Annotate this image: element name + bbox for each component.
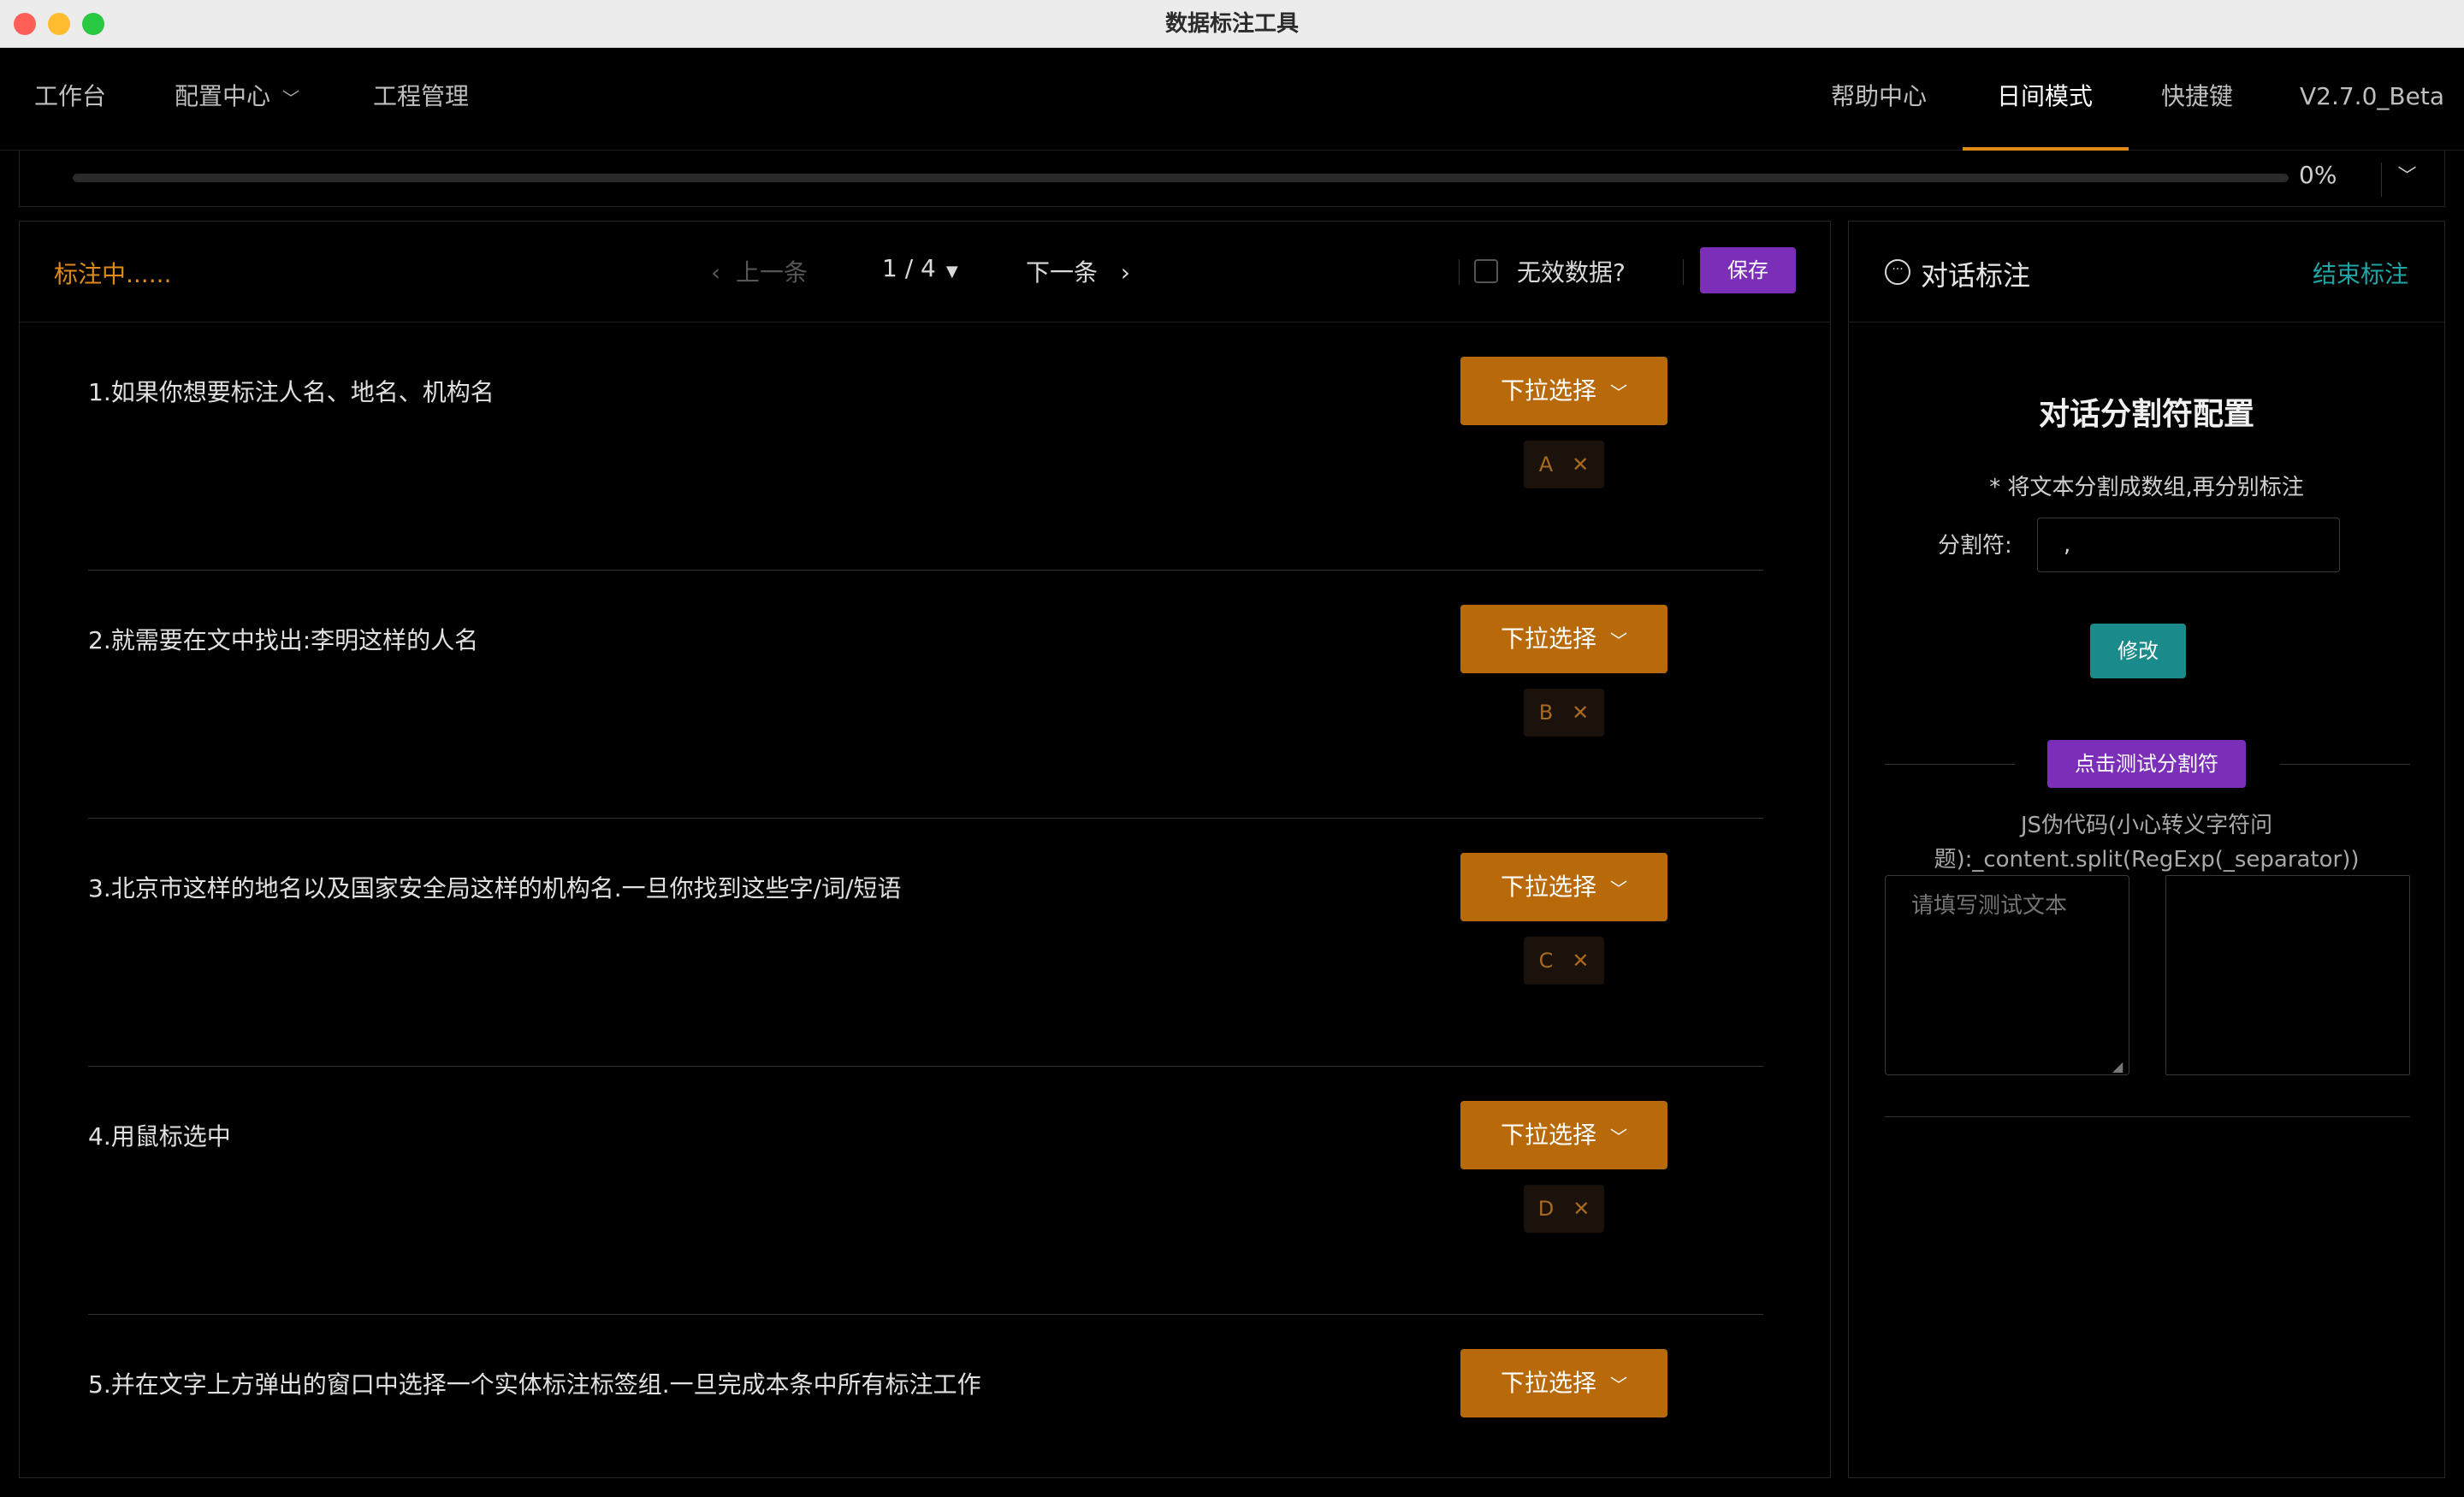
close-icon[interactable]: ✕ — [1573, 1197, 1590, 1221]
dropdown-select-button[interactable]: 下拉选择 ﹀ — [1460, 1349, 1667, 1417]
dropdown-label: 下拉选择 — [1500, 873, 1596, 901]
progress-row: 0% ﹀ — [19, 151, 2445, 207]
chevron-down-icon: ﹀ — [1610, 382, 1627, 403]
chevron-down-icon: ﹀ — [2397, 166, 2417, 187]
menu-day-mode-label: 日间模式 — [1997, 82, 2094, 110]
menu-project-manage-label: 工程管理 — [373, 82, 470, 110]
prev-label: 上一条 — [736, 258, 808, 287]
menu-config-center-label: 配置中心 — [175, 82, 271, 110]
window-title: 数据标注工具 — [1164, 11, 1299, 37]
separator-input[interactable]: , — [2037, 518, 2340, 572]
pseudo-code-line: JS伪代码(小心转义字符问 — [2020, 813, 2273, 838]
modify-button[interactable]: 修改 — [2090, 624, 2186, 678]
menu-project-manage[interactable]: 工程管理 — [373, 48, 469, 151]
menu-workbench[interactable]: 工作台 — [34, 48, 106, 151]
prev-button[interactable]: ‹ 上一条 — [711, 254, 808, 288]
chevron-down-icon: ﹀ — [1610, 879, 1627, 899]
dropdown-label: 下拉选择 — [1500, 1121, 1596, 1149]
annotation-header: 标注中...... ‹ 上一条 1 / 4 ▼ 下一条 › 无效数据? 保存 — [20, 222, 1830, 322]
divider — [1885, 1116, 2410, 1117]
dropdown-select-button[interactable]: 下拉选择 ﹀ — [1460, 1101, 1667, 1169]
version-text: V2.7.0_Beta — [2300, 82, 2444, 110]
selected-tag: D ✕ — [1524, 1185, 1604, 1233]
dropdown-label: 下拉选择 — [1500, 1369, 1596, 1397]
chevron-down-icon: ﹀ — [1610, 630, 1627, 651]
end-annotation-button[interactable]: 结束标注 — [2313, 256, 2408, 290]
tag-label: B — [1538, 701, 1554, 725]
dropdown-label: 下拉选择 — [1500, 624, 1596, 653]
invalid-data-label: 无效数据? — [1517, 258, 1626, 287]
resize-grip-icon[interactable]: ◢ — [2112, 1058, 2123, 1074]
menu-help[interactable]: 帮助中心 — [1831, 48, 1927, 151]
question-text: 2.就需要在文中找出:李明这样的人名 — [88, 626, 479, 654]
invalid-data-checkbox[interactable] — [1474, 259, 1498, 283]
progress-toggle-button[interactable]: ﹀ — [2381, 163, 2432, 197]
question-item: 5.并在文字上方弹出的窗口中选择一个实体标注标签组.一旦完成本条中所有标注工作 … — [88, 1315, 1763, 1477]
menu-config-center[interactable]: 配置中心 ﹀ — [175, 48, 299, 151]
question-text: 5.并在文字上方弹出的窗口中选择一个实体标注标签组.一旦完成本条中所有标注工作 — [88, 1370, 981, 1399]
chevron-left-icon: ‹ — [711, 258, 736, 287]
chat-icon: ··· — [1885, 259, 1910, 285]
selected-tag: C ✕ — [1524, 937, 1604, 985]
question-item: 3.北京市这样的地名以及国家安全局这样的机构名.一旦你找到这些字/词/短语 下拉… — [88, 819, 1763, 1067]
page-text: 1 / 4 — [882, 254, 936, 282]
selected-tag: B ✕ — [1524, 689, 1604, 737]
separator-config-hint: * 将文本分割成数组,再分别标注 — [1989, 475, 2304, 500]
question-item: 2.就需要在文中找出:李明这样的人名 下拉选择 ﹀ B ✕ — [88, 571, 1763, 819]
close-icon[interactable]: ✕ — [1572, 701, 1589, 725]
menu-day-mode[interactable]: 日间模式 — [1962, 48, 2129, 151]
divider — [2280, 764, 2410, 765]
menu-shortcuts-label: 快捷键 — [2161, 82, 2234, 110]
annotation-panel: 标注中...... ‹ 上一条 1 / 4 ▼ 下一条 › 无效数据? 保存 1.… — [19, 221, 1831, 1478]
chevron-down-icon: ﹀ — [1610, 1375, 1627, 1395]
question-item: 1.如果你想要标注人名、地名、机构名 下拉选择 ﹀ A ✕ — [88, 322, 1763, 571]
dropdown-select-button[interactable]: 下拉选择 ﹀ — [1460, 605, 1667, 673]
title-bar: 数据标注工具 — [0, 0, 2464, 48]
divider — [1885, 764, 2015, 765]
test-text-input[interactable] — [1885, 875, 2129, 1075]
tag-label: C — [1538, 949, 1554, 973]
next-button[interactable]: 下一条 › — [1026, 254, 1130, 288]
separator-config-title: 对话分割符配置 — [2038, 397, 2254, 432]
divider — [1683, 259, 1684, 285]
pseudo-code-note: JS伪代码(小心转义字符问 题):_content.split(RegExp(_… — [1883, 808, 2410, 877]
top-menu: 工作台 配置中心 ﹀ 工程管理 帮助中心 日间模式 快捷键 V2.7.0_Beta — [0, 48, 2464, 151]
annotation-status: 标注中...... — [54, 260, 172, 288]
menu-help-label: 帮助中心 — [1831, 82, 1928, 110]
pseudo-code-line: 题):_content.split(RegExp(_separator)) — [1934, 847, 2360, 873]
separator-label: 分割符: — [1938, 533, 2012, 559]
caret-down-icon: ▼ — [945, 263, 958, 281]
question-text: 4.用鼠标选中 — [88, 1122, 231, 1151]
side-header: ··· 对话标注 结束标注 — [1849, 222, 2444, 322]
dropdown-select-button[interactable]: 下拉选择 ﹀ — [1460, 853, 1667, 921]
close-icon[interactable]: ✕ — [1572, 949, 1589, 973]
chevron-down-icon: ﹀ — [282, 88, 300, 109]
close-icon[interactable]: ✕ — [1572, 453, 1589, 476]
save-button[interactable]: 保存 — [1700, 247, 1796, 293]
test-separator-button[interactable]: 点击测试分割符 — [2047, 740, 2246, 788]
selected-tag: A ✕ — [1524, 441, 1604, 488]
dropdown-select-button[interactable]: 下拉选择 ﹀ — [1460, 357, 1667, 425]
progress-percent: 0% — [2299, 161, 2337, 189]
tag-label: D — [1537, 1197, 1555, 1221]
menu-workbench-label: 工作台 — [34, 82, 107, 110]
progress-bar — [73, 174, 2289, 182]
page-selector[interactable]: 1 / 4 ▼ — [882, 254, 958, 282]
question-text: 3.北京市这样的地名以及国家安全局这样的机构名.一旦你找到这些字/词/短语 — [88, 874, 902, 902]
divider — [1459, 259, 1460, 285]
question-item: 4.用鼠标选中 下拉选择 ﹀ D ✕ — [88, 1067, 1763, 1315]
chevron-right-icon: › — [1098, 258, 1130, 287]
dropdown-label: 下拉选择 — [1500, 376, 1596, 405]
side-title: 对话标注 — [1921, 259, 2031, 292]
next-label: 下一条 — [1026, 258, 1099, 287]
split-result-box — [2165, 875, 2410, 1075]
dialog-annotation-panel: ··· 对话标注 结束标注 对话分割符配置 * 将文本分割成数组,再分别标注 分… — [1848, 221, 2445, 1478]
chevron-down-icon: ﹀ — [1610, 1127, 1627, 1147]
tag-label: A — [1538, 453, 1554, 476]
menu-shortcuts[interactable]: 快捷键 — [2161, 48, 2233, 151]
version-label: V2.7.0_Beta — [2300, 48, 2444, 151]
question-text: 1.如果你想要标注人名、地名、机构名 — [88, 378, 495, 406]
